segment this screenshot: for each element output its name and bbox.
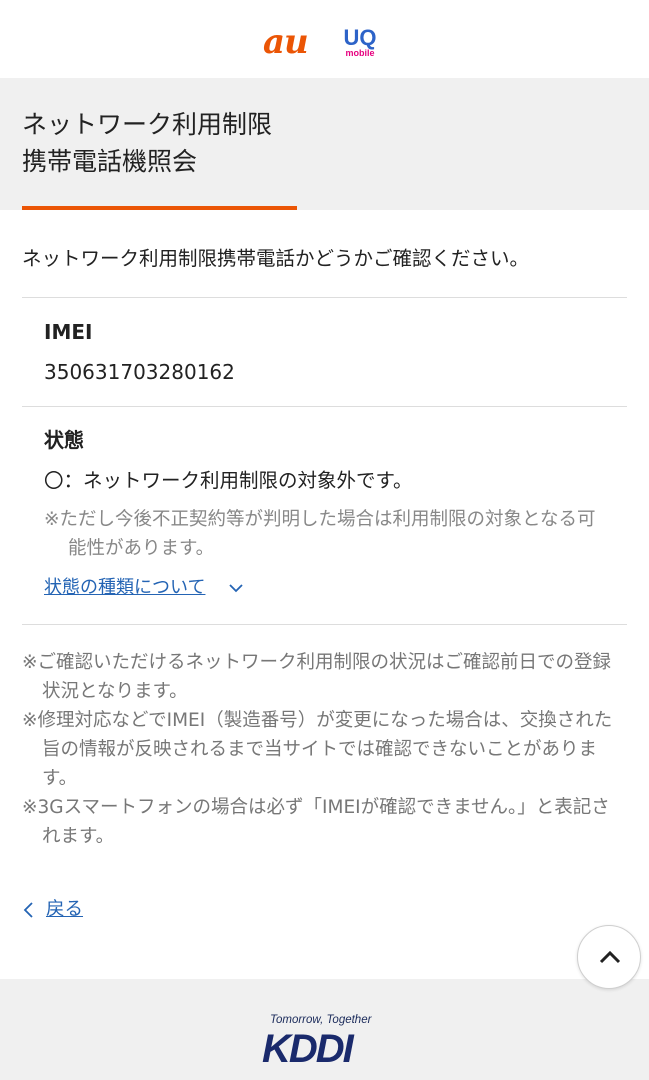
note-item: ※修理対応などでIMEI（製造番号）が変更になった場合は、交換された旨の情報が反… (22, 710, 613, 789)
note-item: ※ご確認いただけるネットワーク利用制限の状況はご確認前日での登録状況となります。 (22, 652, 612, 702)
divider (22, 624, 627, 625)
status-types-link[interactable]: 状態の種類について (44, 574, 205, 602)
scroll-to-top-button[interactable] (577, 925, 641, 989)
status-note: ※ただし今後不正契約等が判明した場合は利用制限の対象となる可能性があります。 (44, 509, 596, 559)
kddi-logo[interactable]: KDDI (262, 1027, 354, 1071)
back-link-label[interactable]: 戻る (46, 896, 83, 924)
uq-mobile-logo[interactable]: UQ mobile (338, 27, 382, 58)
chevron-left-icon[interactable] (22, 900, 36, 920)
notes-list: ※ご確認いただけるネットワーク利用制限の状況はご確認前日での登録状況となります。… (22, 648, 622, 851)
title-accent-underline (22, 206, 297, 210)
kddi-tagline: Tomorrow, Together (270, 1014, 372, 1026)
title-band: ネットワーク利用制限 携帯電話機照会 (0, 78, 649, 210)
uq-logo-text: UQ (343, 25, 377, 50)
divider (22, 297, 627, 298)
au-logo[interactable]: au (263, 22, 309, 62)
chevron-up-icon (599, 950, 621, 964)
page-title-line2: 携帯電話機照会 (22, 147, 198, 176)
chevron-down-icon[interactable] (228, 578, 244, 598)
imei-value: 350631703280162 (44, 360, 235, 384)
page-title: ネットワーク利用制限 携帯電話機照会 (22, 106, 272, 180)
intro-text: ネットワーク利用制限携帯電話かどうかご確認ください。 (22, 247, 530, 270)
header: au UQ mobile (0, 0, 649, 78)
imei-label: IMEI (44, 320, 93, 344)
divider (22, 406, 627, 407)
status-label: 状態 (44, 428, 84, 452)
uq-logo-subtext: mobile (345, 48, 375, 58)
note-item: ※3Gスマートフォンの場合は必ず「IMEIが確認できません。」と表記されます。 (22, 797, 610, 847)
page-title-line1: ネットワーク利用制限 (22, 110, 273, 139)
status-value: 〇：ネットワーク利用制限の対象外です。 (44, 469, 413, 492)
